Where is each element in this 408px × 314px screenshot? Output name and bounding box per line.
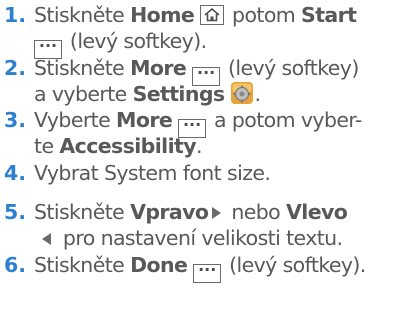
step-3: 3. Vyberte More ··· a potom vyber- te Acc… [0,107,408,159]
softkey-dots-icon: ··· [192,65,221,86]
step-6-line-1: 6. Stiskněte Done ··· (levý softkey). [0,252,408,283]
step-number: 2. [4,56,27,80]
more-key-label: More [116,108,173,132]
softkey-dots-icon: ··· [193,262,222,283]
step-2: 2. Stiskněte More ··· (levý softkey) a vy… [0,55,408,107]
step-text: potom [226,3,302,27]
left-arrow-icon [42,233,51,245]
step-text: (levý softkey). [223,253,366,277]
step-number: 1. [4,3,27,27]
left-key-label: Vlevo [286,200,348,224]
step-number: 5. [4,200,27,224]
step-text: a potom vyber- [208,108,362,132]
step-6: 6. Stiskněte Done ··· (levý softkey). [0,252,408,283]
step-1-line-2: ··· (levý softkey). [0,28,408,59]
step-number: 3. [4,108,27,132]
step-text: a vyberte [34,82,133,106]
step-text: Vyberte [34,108,117,132]
step-text: Stiskněte [34,56,131,80]
step-5: 5. Stiskněte Vpravo nebo Vlevo pro nastav… [0,199,408,251]
step-4: 4. Vybrat System font size. [0,160,408,186]
step-text: Vybrat System font size. [34,161,271,185]
step-2-line-1: 2. Stiskněte More ··· (levý softkey) [0,55,408,86]
done-key-label: Done [130,253,188,277]
more-key-label: More [130,56,187,80]
step-text: te [34,134,60,158]
step-text: pro nastavení velikosti textu. [57,226,343,250]
right-key-label: Vpravo [130,200,209,224]
step-text: Stiskněte [34,253,131,277]
settings-app-icon [230,81,254,105]
step-text: Stiskněte [34,200,131,224]
step-1-line-1: 1. Stiskněte Home potom Start [0,2,408,28]
step-text: Stiskněte [34,3,131,27]
home-key-label: Home [130,3,195,27]
step-3-line-1: 3. Vyberte More ··· a potom vyber- [0,107,408,138]
accessibility-label: Accessibility [59,134,196,158]
step-5-line-1: 5. Stiskněte Vpravo nebo Vlevo [0,199,408,225]
step-number: 6. [4,253,27,277]
step-text: . [254,82,261,106]
step-5-line-2: pro nastavení velikosti textu. [0,225,408,251]
start-key-label: Start [301,3,357,27]
home-key-icon [200,5,225,25]
step-number: 4. [4,161,27,185]
step-text: (levý softkey). [64,29,207,53]
step-text: (levý softkey) [222,56,359,80]
step-4-line-1: 4. Vybrat System font size. [0,160,408,186]
softkey-dots-icon: ··· [178,117,207,138]
right-arrow-icon [212,207,222,219]
step-1: 1. Stiskněte Home potom Start ··· (levý s… [0,2,408,59]
step-text: nebo [225,200,287,224]
